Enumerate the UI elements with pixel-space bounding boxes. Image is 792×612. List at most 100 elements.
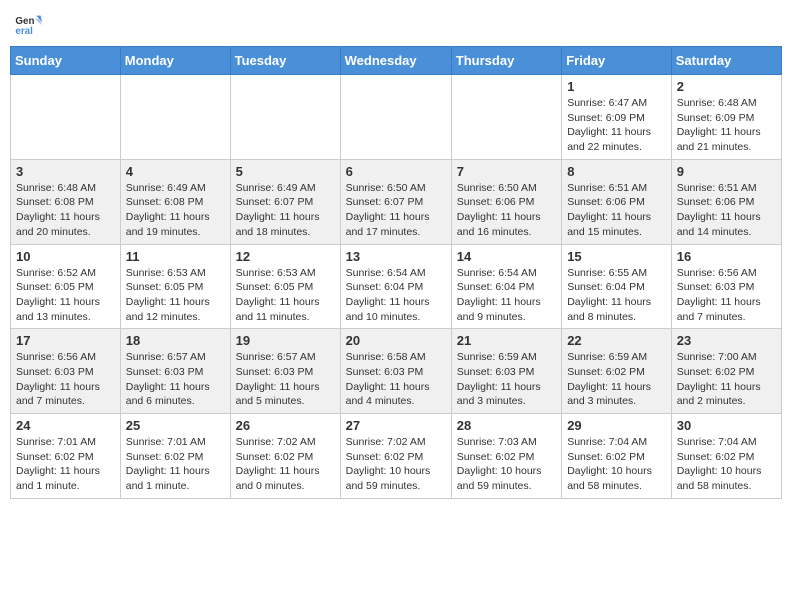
calendar-week-row: 10Sunrise: 6:52 AM Sunset: 6:05 PM Dayli… xyxy=(11,244,782,329)
day-info: Sunrise: 6:51 AM Sunset: 6:06 PM Dayligh… xyxy=(567,181,666,240)
day-info: Sunrise: 6:49 AM Sunset: 6:07 PM Dayligh… xyxy=(236,181,335,240)
day-number: 16 xyxy=(677,249,776,264)
calendar-day-cell: 21 Sunrise: 6:59 AM Sunset: 6:03 PM Dayli… xyxy=(451,329,561,414)
day-number: 13 xyxy=(346,249,446,264)
day-info: Sunrise: 6:49 AM Sunset: 6:08 PM Dayligh… xyxy=(126,181,225,240)
calendar-day-cell: 10Sunrise: 6:52 AM Sunset: 6:05 PM Dayli… xyxy=(11,244,121,329)
calendar-day-cell: 17 Sunrise: 6:56 AM Sunset: 6:03 PM Dayli… xyxy=(11,329,121,414)
calendar-week-row: 1Sunrise: 6:47 AM Sunset: 6:09 PM Daylig… xyxy=(11,75,782,160)
day-info: Sunrise: 6:48 AM Sunset: 6:09 PM Dayligh… xyxy=(677,96,776,155)
day-number: 14 xyxy=(457,249,556,264)
day-number: 25 xyxy=(126,418,225,433)
calendar-day-cell xyxy=(120,75,230,160)
day-number: 26 xyxy=(236,418,335,433)
logo: Gen eral xyxy=(14,10,46,38)
calendar-day-cell: 9Sunrise: 6:51 AM Sunset: 6:06 PM Daylig… xyxy=(671,159,781,244)
day-info: Sunrise: 7:01 AM Sunset: 6:02 PM Dayligh… xyxy=(126,435,225,494)
day-info: Sunrise: 6:54 AM Sunset: 6:04 PM Dayligh… xyxy=(346,266,446,325)
day-info: Sunrise: 6:56 AM Sunset: 6:03 PM Dayligh… xyxy=(677,266,776,325)
day-number: 17 xyxy=(16,333,115,348)
day-info: Sunrise: 6:57 AM Sunset: 6:03 PM Dayligh… xyxy=(126,350,225,409)
day-info: Sunrise: 6:53 AM Sunset: 6:05 PM Dayligh… xyxy=(236,266,335,325)
calendar-day-cell: 3 Sunrise: 6:48 AM Sunset: 6:08 PM Daylig… xyxy=(11,159,121,244)
day-info: Sunrise: 6:50 AM Sunset: 6:06 PM Dayligh… xyxy=(457,181,556,240)
calendar-table: SundayMondayTuesdayWednesdayThursdayFrid… xyxy=(10,46,782,499)
calendar-week-row: 24Sunrise: 7:01 AM Sunset: 6:02 PM Dayli… xyxy=(11,414,782,499)
weekday-header: Thursday xyxy=(451,47,561,75)
calendar-day-cell: 8 Sunrise: 6:51 AM Sunset: 6:06 PM Daylig… xyxy=(562,159,672,244)
weekday-header: Tuesday xyxy=(230,47,340,75)
day-info: Sunrise: 6:57 AM Sunset: 6:03 PM Dayligh… xyxy=(236,350,335,409)
day-number: 21 xyxy=(457,333,556,348)
day-number: 30 xyxy=(677,418,776,433)
day-info: Sunrise: 6:59 AM Sunset: 6:03 PM Dayligh… xyxy=(457,350,556,409)
day-number: 2 xyxy=(677,79,776,94)
calendar-week-row: 17 Sunrise: 6:56 AM Sunset: 6:03 PM Dayli… xyxy=(11,329,782,414)
calendar-day-cell: 15 Sunrise: 6:55 AM Sunset: 6:04 PM Dayli… xyxy=(562,244,672,329)
day-info: Sunrise: 7:04 AM Sunset: 6:02 PM Dayligh… xyxy=(677,435,776,494)
weekday-header: Saturday xyxy=(671,47,781,75)
calendar-day-cell: 11 Sunrise: 6:53 AM Sunset: 6:05 PM Dayli… xyxy=(120,244,230,329)
day-number: 15 xyxy=(567,249,666,264)
calendar-day-cell: 18 Sunrise: 6:57 AM Sunset: 6:03 PM Dayli… xyxy=(120,329,230,414)
calendar-day-cell xyxy=(11,75,121,160)
calendar-day-cell: 20 Sunrise: 6:58 AM Sunset: 6:03 PM Dayli… xyxy=(340,329,451,414)
day-info: Sunrise: 7:02 AM Sunset: 6:02 PM Dayligh… xyxy=(346,435,446,494)
calendar-day-cell: 6Sunrise: 6:50 AM Sunset: 6:07 PM Daylig… xyxy=(340,159,451,244)
page-header: Gen eral xyxy=(10,10,782,38)
day-info: Sunrise: 6:54 AM Sunset: 6:04 PM Dayligh… xyxy=(457,266,556,325)
day-info: Sunrise: 7:02 AM Sunset: 6:02 PM Dayligh… xyxy=(236,435,335,494)
day-info: Sunrise: 7:03 AM Sunset: 6:02 PM Dayligh… xyxy=(457,435,556,494)
calendar-day-cell: 1Sunrise: 6:47 AM Sunset: 6:09 PM Daylig… xyxy=(562,75,672,160)
calendar-day-cell: 19 Sunrise: 6:57 AM Sunset: 6:03 PM Dayli… xyxy=(230,329,340,414)
day-number: 18 xyxy=(126,333,225,348)
weekday-header: Monday xyxy=(120,47,230,75)
calendar-day-cell: 27 Sunrise: 7:02 AM Sunset: 6:02 PM Dayli… xyxy=(340,414,451,499)
day-number: 27 xyxy=(346,418,446,433)
calendar-day-cell: 24Sunrise: 7:01 AM Sunset: 6:02 PM Dayli… xyxy=(11,414,121,499)
day-info: Sunrise: 7:04 AM Sunset: 6:02 PM Dayligh… xyxy=(567,435,666,494)
calendar-day-cell: 13 Sunrise: 6:54 AM Sunset: 6:04 PM Dayli… xyxy=(340,244,451,329)
day-number: 7 xyxy=(457,164,556,179)
day-number: 19 xyxy=(236,333,335,348)
weekday-header: Wednesday xyxy=(340,47,451,75)
calendar-day-cell: 25 Sunrise: 7:01 AM Sunset: 6:02 PM Dayli… xyxy=(120,414,230,499)
day-info: Sunrise: 7:00 AM Sunset: 6:02 PM Dayligh… xyxy=(677,350,776,409)
calendar-day-cell: 22 Sunrise: 6:59 AM Sunset: 6:02 PM Dayli… xyxy=(562,329,672,414)
day-number: 23 xyxy=(677,333,776,348)
calendar-day-cell: 29 Sunrise: 7:04 AM Sunset: 6:02 PM Dayli… xyxy=(562,414,672,499)
day-info: Sunrise: 6:52 AM Sunset: 6:05 PM Dayligh… xyxy=(16,266,115,325)
day-number: 4 xyxy=(126,164,225,179)
day-number: 29 xyxy=(567,418,666,433)
day-number: 22 xyxy=(567,333,666,348)
calendar-day-cell: 4 Sunrise: 6:49 AM Sunset: 6:08 PM Daylig… xyxy=(120,159,230,244)
day-number: 3 xyxy=(16,164,115,179)
logo-icon: Gen eral xyxy=(14,10,42,38)
day-info: Sunrise: 6:53 AM Sunset: 6:05 PM Dayligh… xyxy=(126,266,225,325)
calendar-day-cell xyxy=(340,75,451,160)
day-number: 11 xyxy=(126,249,225,264)
weekday-header-row: SundayMondayTuesdayWednesdayThursdayFrid… xyxy=(11,47,782,75)
calendar-day-cell xyxy=(230,75,340,160)
day-info: Sunrise: 6:55 AM Sunset: 6:04 PM Dayligh… xyxy=(567,266,666,325)
calendar-day-cell: 5Sunrise: 6:49 AM Sunset: 6:07 PM Daylig… xyxy=(230,159,340,244)
day-info: Sunrise: 6:56 AM Sunset: 6:03 PM Dayligh… xyxy=(16,350,115,409)
calendar-day-cell: 16 Sunrise: 6:56 AM Sunset: 6:03 PM Dayli… xyxy=(671,244,781,329)
day-info: Sunrise: 6:59 AM Sunset: 6:02 PM Dayligh… xyxy=(567,350,666,409)
calendar-day-cell: 23 Sunrise: 7:00 AM Sunset: 6:02 PM Dayli… xyxy=(671,329,781,414)
calendar-day-cell: 26 Sunrise: 7:02 AM Sunset: 6:02 PM Dayli… xyxy=(230,414,340,499)
day-info: Sunrise: 6:51 AM Sunset: 6:06 PM Dayligh… xyxy=(677,181,776,240)
day-info: Sunrise: 6:48 AM Sunset: 6:08 PM Dayligh… xyxy=(16,181,115,240)
day-info: Sunrise: 6:58 AM Sunset: 6:03 PM Dayligh… xyxy=(346,350,446,409)
day-number: 12 xyxy=(236,249,335,264)
day-info: Sunrise: 7:01 AM Sunset: 6:02 PM Dayligh… xyxy=(16,435,115,494)
day-number: 20 xyxy=(346,333,446,348)
day-number: 28 xyxy=(457,418,556,433)
svg-text:eral: eral xyxy=(15,26,33,37)
day-number: 1 xyxy=(567,79,666,94)
calendar-day-cell: 2 Sunrise: 6:48 AM Sunset: 6:09 PM Daylig… xyxy=(671,75,781,160)
weekday-header: Friday xyxy=(562,47,672,75)
day-info: Sunrise: 6:50 AM Sunset: 6:07 PM Dayligh… xyxy=(346,181,446,240)
day-number: 8 xyxy=(567,164,666,179)
calendar-week-row: 3 Sunrise: 6:48 AM Sunset: 6:08 PM Daylig… xyxy=(11,159,782,244)
